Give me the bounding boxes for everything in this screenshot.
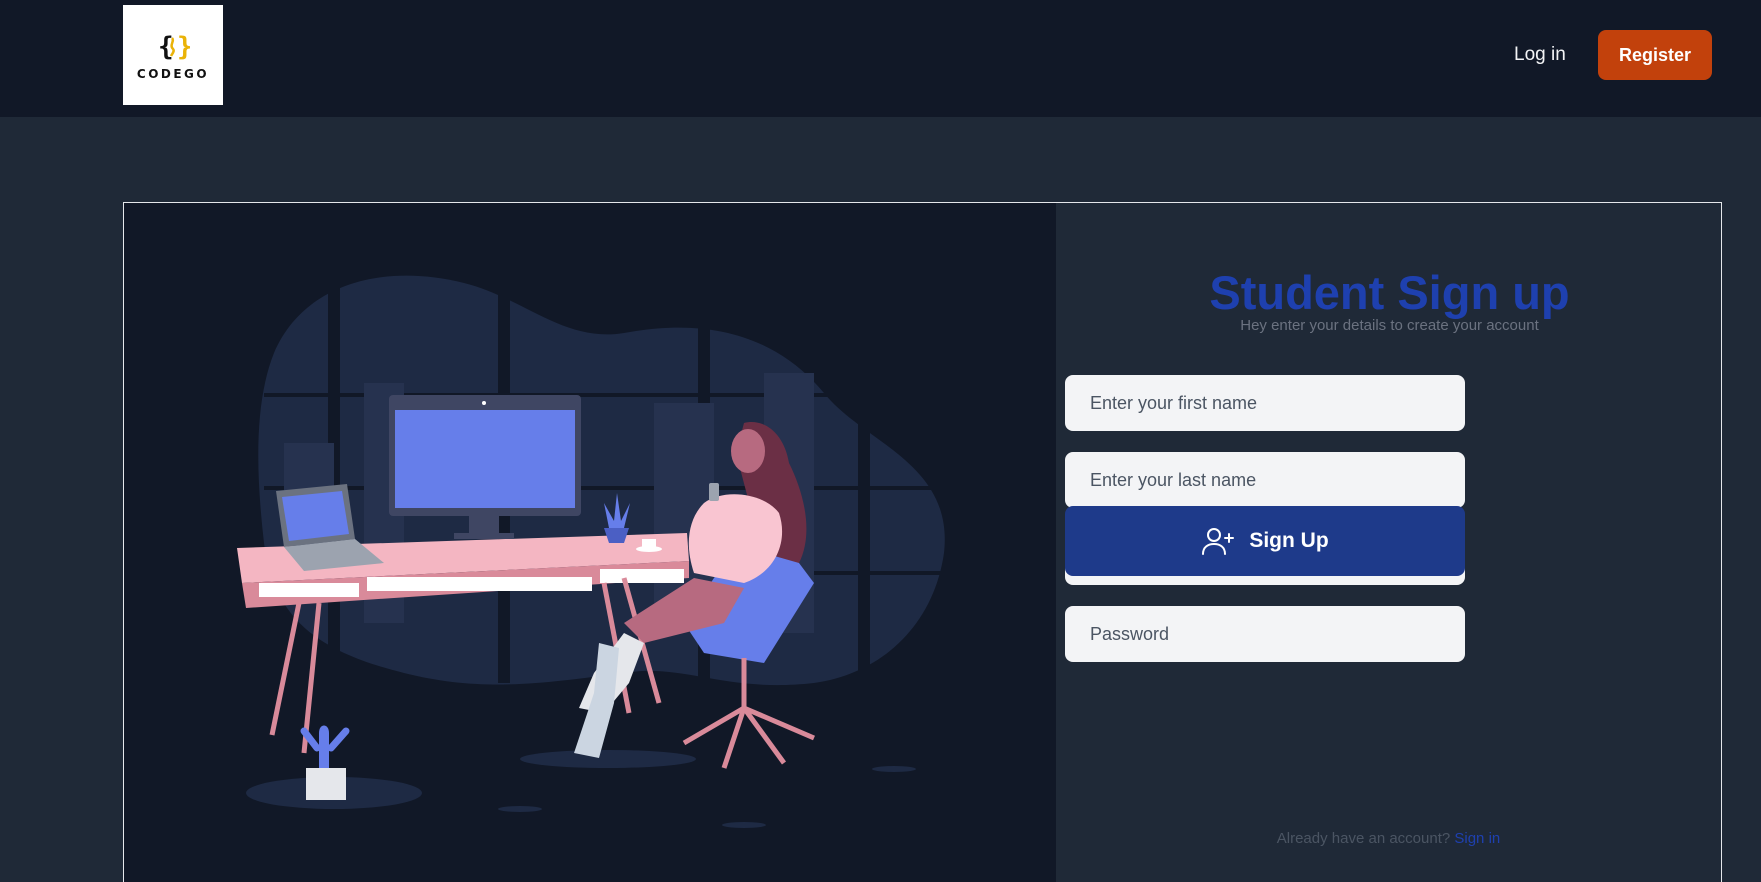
signin-link[interactable]: Sign in bbox=[1454, 830, 1500, 847]
login-link[interactable]: Log in bbox=[1514, 44, 1566, 66]
page-subtitle: Hey enter your details to create your ac… bbox=[1240, 317, 1539, 334]
illustration-panel bbox=[124, 203, 1056, 882]
signup-label: Sign Up bbox=[1249, 529, 1329, 552]
register-button[interactable]: Register bbox=[1598, 30, 1712, 80]
svg-text:}: } bbox=[177, 32, 190, 62]
password-input[interactable] bbox=[1065, 606, 1465, 662]
signin-row: Already have an account? Sign in bbox=[1055, 830, 1722, 847]
top-nav: { } CODEGO Log in Register bbox=[0, 0, 1761, 117]
codego-logo[interactable]: { } CODEGO bbox=[123, 5, 223, 105]
workspace-illustration bbox=[237, 263, 945, 828]
signup-button[interactable]: Sign Up bbox=[1065, 506, 1465, 576]
first-name-input[interactable] bbox=[1065, 375, 1465, 431]
last-name-input[interactable] bbox=[1065, 452, 1465, 508]
code-braces-icon: { } bbox=[158, 32, 190, 62]
already-text: Already have an account? bbox=[1276, 830, 1451, 847]
signup-card: Student Sign up Hey enter your details t… bbox=[123, 202, 1722, 882]
logo-text: CODEGO bbox=[136, 67, 210, 81]
user-plus-icon bbox=[1202, 528, 1235, 555]
page-title: Student Sign up bbox=[1209, 266, 1570, 319]
